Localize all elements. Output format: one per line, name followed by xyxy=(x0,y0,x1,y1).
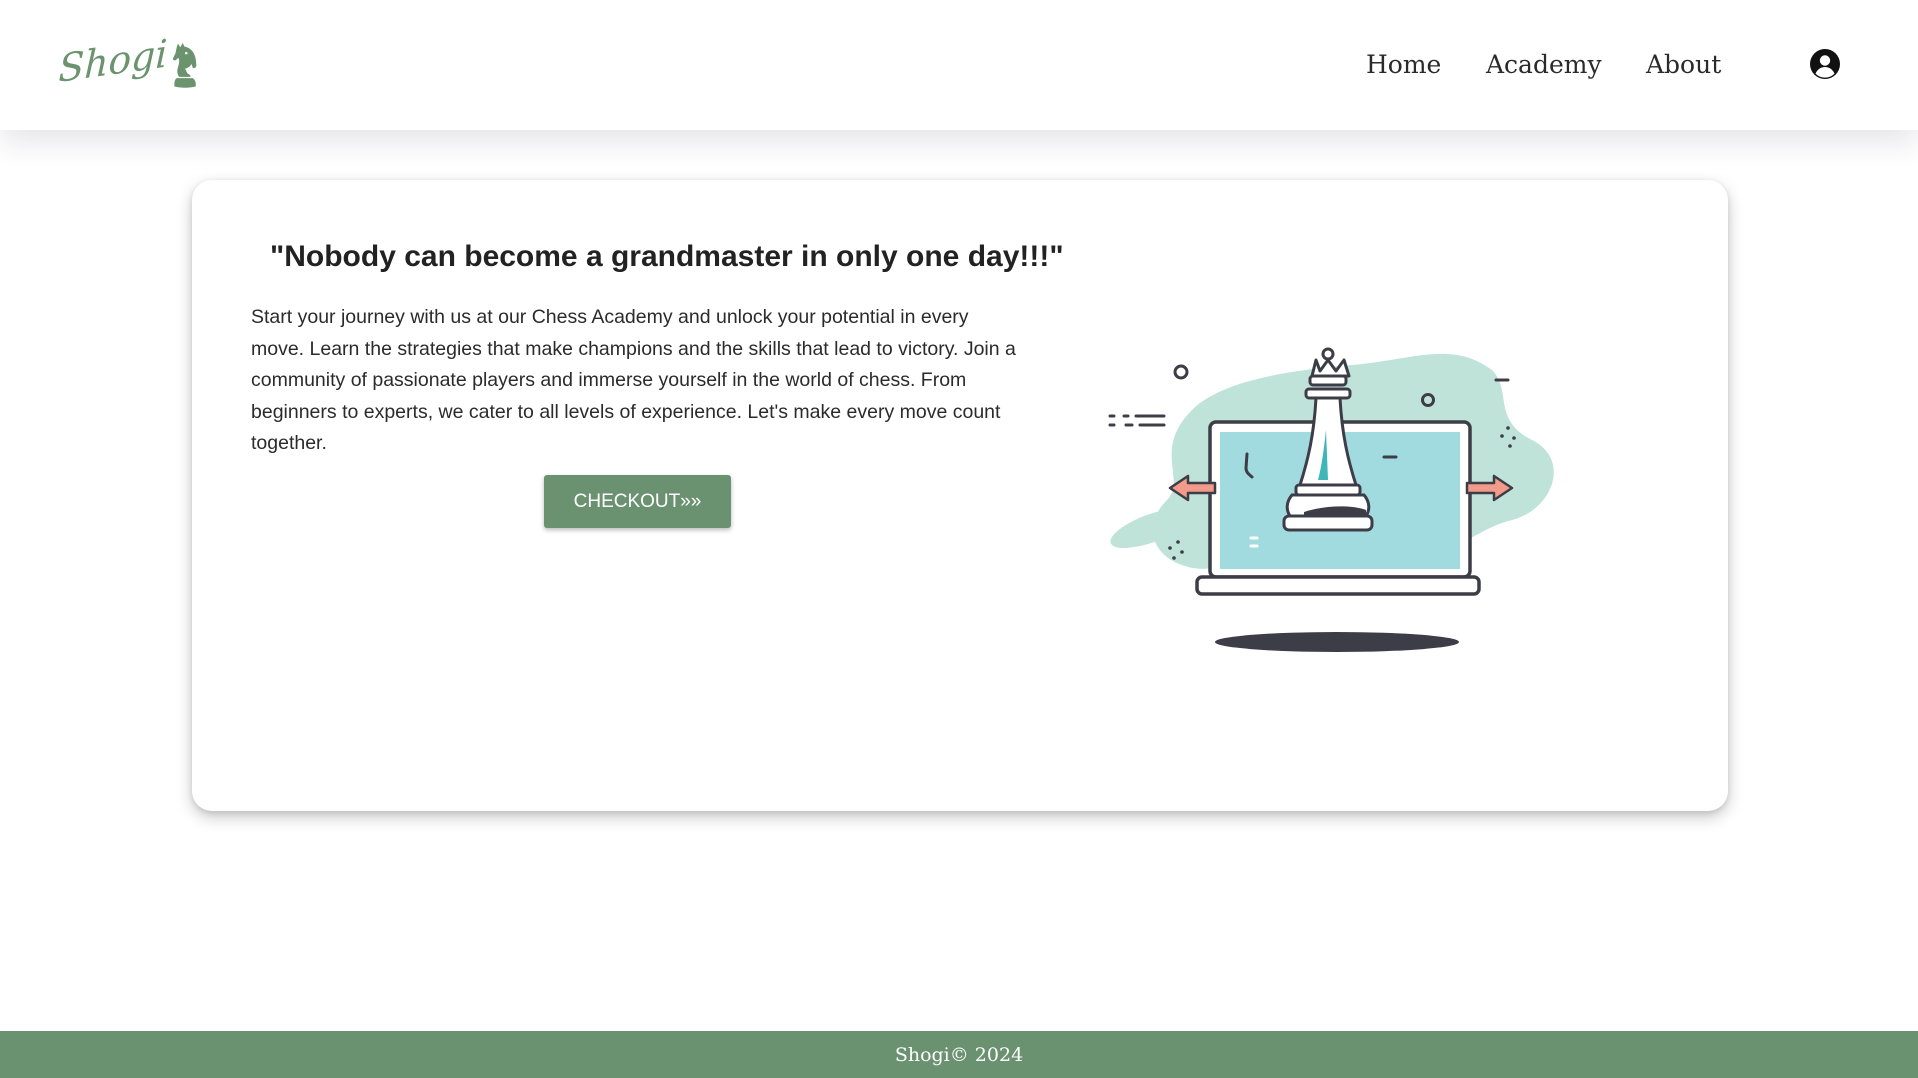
nav-about-link[interactable]: About xyxy=(1646,50,1721,79)
site-footer: Shogi© 2024 xyxy=(0,1031,1918,1078)
hero-card: "Nobody can become a grandmaster in only… xyxy=(192,180,1728,811)
chess-queen-laptop-illustration xyxy=(1108,347,1554,652)
user-circle-icon[interactable] xyxy=(1809,48,1841,80)
nav-academy-link[interactable]: Academy xyxy=(1486,50,1602,79)
footer-copyright: Shogi© 2024 xyxy=(894,1043,1024,1066)
hero-description: Start your journey with us at our Chess … xyxy=(251,306,1016,454)
site-header: Shogi Home Academy About xyxy=(0,0,1918,130)
hero-quote: "Nobody can become a grandmaster in only… xyxy=(270,240,1064,273)
nav-home-link[interactable]: Home xyxy=(1366,50,1441,79)
brand-name: Shogi xyxy=(57,31,169,91)
knight-icon xyxy=(172,43,197,88)
checkout-button[interactable]: CHECKOUT»» xyxy=(544,475,731,528)
brand-logo[interactable]: Shogi xyxy=(58,24,198,106)
